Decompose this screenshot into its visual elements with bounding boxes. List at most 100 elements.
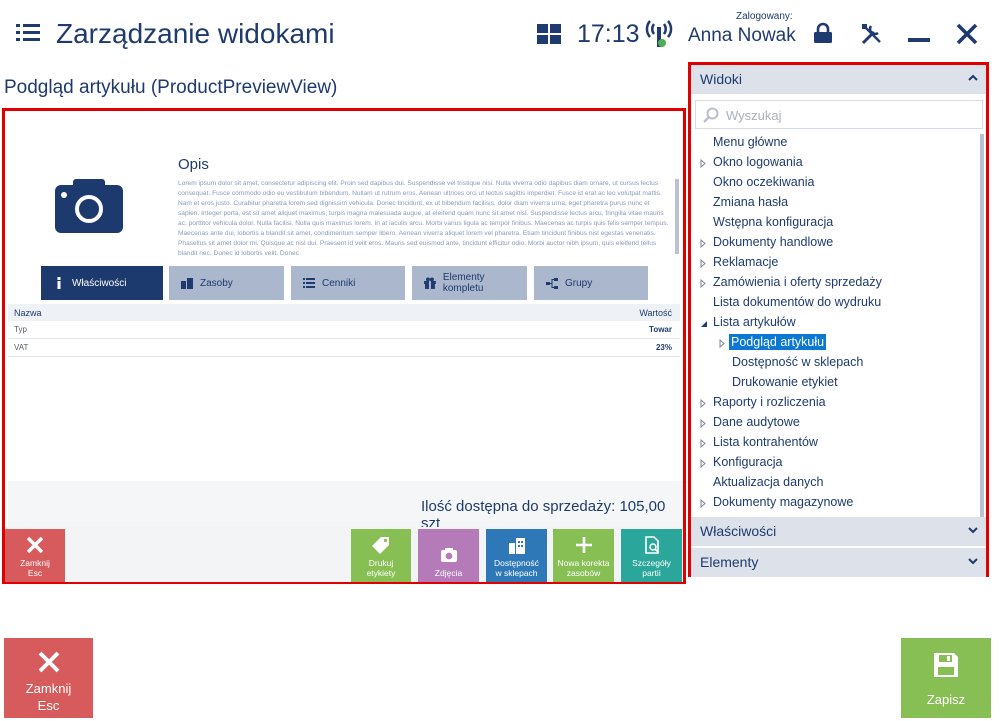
hierarchy-icon: [546, 278, 558, 289]
tab-set-elements[interactable]: Elementy kompletu: [412, 266, 527, 300]
tree-item[interactable]: Okno oczekiwania: [713, 175, 814, 195]
elements-header-label: Elementy: [700, 554, 759, 570]
tree-item-label: Okno logowania: [713, 155, 803, 169]
tree-item-label: Dostępność w sklepach: [732, 355, 864, 369]
views-panel: Widoki Menu główne Okno logowania Okno o…: [688, 62, 989, 577]
collapse-arrow-icon[interactable]: [700, 320, 708, 328]
tree-item[interactable]: Dokumenty magazynowe: [700, 495, 853, 515]
tab-label: Cenniki: [322, 277, 356, 289]
tree-item-label: Podgląd artykułu: [729, 334, 827, 350]
tab-groups[interactable]: Grupy: [534, 266, 648, 300]
tree-item[interactable]: Lista kontrahentów: [700, 435, 818, 455]
warehouse-icon: [181, 278, 193, 289]
tree-item-label: Lista artykułów: [713, 315, 796, 329]
expand-arrow-icon[interactable]: [719, 339, 725, 348]
button-label: Dostępność: [494, 558, 539, 568]
tab-properties[interactable]: Właściwości: [41, 266, 163, 300]
store-availability-button[interactable]: Dostępność w sklepach: [486, 529, 547, 582]
gift-icon: [424, 277, 436, 289]
minimize-icon[interactable]: [908, 38, 930, 42]
button-label: Nowa korekta: [557, 558, 610, 568]
photos-button[interactable]: Zdjęcia: [418, 529, 479, 582]
tree-item[interactable]: Zamówienia i oferty sprzedaży: [700, 275, 882, 295]
expand-arrow-icon[interactable]: [700, 159, 706, 168]
table-header: Nazwa Wartość: [8, 304, 680, 321]
expand-arrow-icon[interactable]: [700, 419, 706, 428]
tree-item[interactable]: Reklamacje: [700, 255, 778, 275]
view-title: Podgląd artykułu (ProductPreviewView): [4, 77, 338, 98]
tab-resources[interactable]: Zasoby: [169, 266, 284, 300]
building-icon: [508, 538, 525, 554]
elements-header[interactable]: Elementy: [691, 548, 986, 577]
tree-item[interactable]: Drukowanie etykiet: [732, 375, 838, 395]
tree-item-label: Raporty i rozliczenia: [713, 395, 826, 409]
chevron-down-icon: [968, 558, 978, 565]
tree-item-selected[interactable]: Podgląd artykułu: [719, 334, 827, 355]
search-input[interactable]: [726, 105, 966, 125]
button-label-2: Esc: [27, 568, 43, 578]
tree-item-label: Reklamacje: [713, 255, 779, 269]
tab-price-lists[interactable]: Cenniki: [291, 266, 405, 300]
tree-item[interactable]: Dane audytowe: [700, 415, 800, 435]
properties-header-label: Właściwości: [700, 523, 777, 539]
tree-item-label: Okno oczekiwania: [713, 175, 815, 189]
tree-item-label: Konfiguracja: [713, 455, 783, 469]
table-row[interactable]: Typ Towar: [8, 321, 680, 339]
tree-item[interactable]: Lista artykułów: [700, 315, 796, 335]
row-name: Typ: [14, 325, 27, 334]
expand-arrow-icon[interactable]: [700, 279, 706, 288]
user-name: Anna Nowak: [688, 25, 796, 46]
camera-icon: [55, 179, 123, 233]
tree-item[interactable]: Lista dokumentów do wydruku: [713, 295, 881, 315]
tab-label: Grupy: [565, 277, 593, 289]
tree-item[interactable]: Zmiana hasła: [713, 195, 788, 215]
save-button[interactable]: Zapisz: [901, 638, 991, 718]
row-value: 23%: [655, 343, 672, 352]
top-bar: Zarządzanie widokami 17:13 Zalogowany: A…: [0, 0, 1000, 64]
tree-item[interactable]: Raporty i rozliczenia: [700, 395, 826, 415]
description-text: Lorem ipsum dolor sit amet, consectetur …: [178, 180, 669, 257]
expand-arrow-icon[interactable]: [700, 499, 706, 508]
print-labels-button[interactable]: Drukuj etykiety: [351, 529, 411, 582]
views-search: [695, 100, 983, 129]
info-icon: [57, 277, 61, 289]
expand-arrow-icon[interactable]: [700, 259, 706, 268]
tree-item[interactable]: Konfiguracja: [700, 455, 783, 475]
tree-item[interactable]: Wstępna konfiguracja: [713, 215, 833, 235]
table-row[interactable]: VAT 23%: [8, 339, 680, 357]
batch-details-button[interactable]: Szczegóły partii: [621, 529, 682, 582]
logged-label: Zalogowany:: [736, 11, 793, 22]
close-shortcut: Esc: [37, 698, 60, 713]
grid-icon[interactable]: [537, 24, 561, 44]
views-header-label: Widoki: [700, 71, 743, 87]
expand-arrow-icon[interactable]: [700, 399, 706, 408]
properties-table: Nazwa Wartość Typ Towar VAT 23%: [8, 304, 680, 357]
button-label-2: zasobów: [566, 568, 601, 578]
expand-arrow-icon[interactable]: [700, 439, 706, 448]
search-icon: [703, 107, 719, 123]
close-icon: [38, 651, 59, 673]
tree-item-label: Drukowanie etykiet: [732, 375, 838, 389]
tools-icon[interactable]: [860, 22, 884, 46]
tree-scrollbar[interactable]: [980, 134, 984, 524]
views-header[interactable]: Widoki: [691, 65, 986, 94]
expand-arrow-icon[interactable]: [700, 239, 706, 248]
tree-item[interactable]: Okno logowania: [700, 155, 803, 175]
lock-icon[interactable]: [812, 22, 834, 44]
column-value: Wartość: [639, 307, 672, 318]
expand-arrow-icon[interactable]: [700, 459, 706, 468]
properties-header[interactable]: Właściwości: [691, 517, 986, 546]
button-label: Zamknij: [20, 558, 50, 568]
tree-item[interactable]: Dokumenty handlowe: [700, 235, 833, 255]
close-button[interactable]: Zamknij Esc: [4, 638, 93, 718]
button-label: Zdjęcia: [434, 568, 463, 578]
close-icon[interactable]: [955, 22, 979, 46]
close-preview-button[interactable]: Zamknij Esc: [5, 529, 65, 582]
menu-icon[interactable]: [16, 24, 40, 42]
tree-item[interactable]: Dostępność w sklepach: [732, 355, 863, 375]
description-scrollbar[interactable]: [675, 179, 679, 254]
tag-icon: [372, 537, 389, 554]
new-stock-correction-button[interactable]: Nowa korekta zasobów: [553, 529, 614, 582]
tree-item[interactable]: Menu główne: [713, 135, 787, 155]
tree-item[interactable]: Aktualizacja danych: [713, 475, 823, 495]
